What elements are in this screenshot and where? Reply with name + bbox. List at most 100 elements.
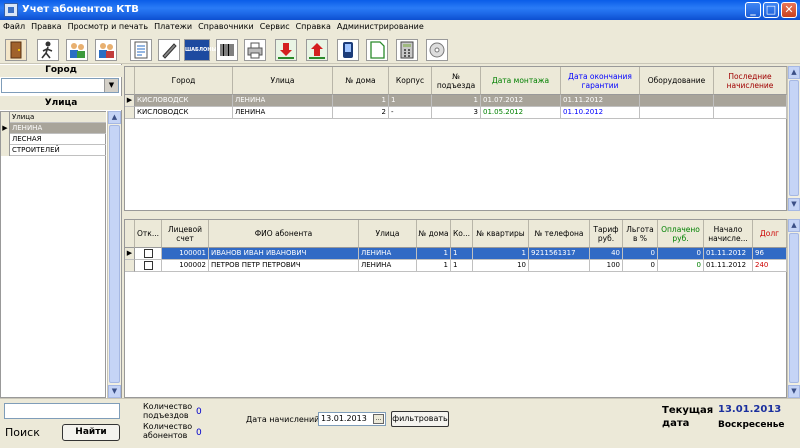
col-mount-date[interactable]: Дата монтажа	[481, 67, 561, 95]
table-cell[interactable]: 01.05.2012	[481, 107, 561, 119]
menu-directories[interactable]: Справочники	[195, 20, 257, 31]
list-item[interactable]: СТРОИТЕЛЕЙ	[1, 145, 106, 156]
table-cell[interactable]	[714, 95, 787, 107]
table-cell[interactable]: КИСЛОВОДСК	[135, 95, 233, 107]
table-cell[interactable]: 2	[333, 107, 389, 119]
table-cell[interactable]	[714, 107, 787, 119]
col-account[interactable]: Лицевой счет	[162, 220, 209, 248]
table-cell[interactable]: 100001	[162, 248, 209, 260]
filter-button[interactable]: фильтровать	[391, 411, 449, 427]
run-icon[interactable]	[37, 39, 59, 61]
table-cell[interactable]: ПЕТРОВ ПЕТР ПЕТРОВИЧ	[209, 260, 359, 272]
col-last-accrual[interactable]: Последние начисление	[714, 67, 787, 95]
list-item[interactable]: ▶ ЛЕНИНА	[1, 123, 106, 134]
table-cell[interactable]: 10	[473, 260, 529, 272]
users-add-icon[interactable]	[66, 39, 88, 61]
menu-service[interactable]: Сервис	[257, 20, 293, 31]
maximize-button[interactable]: □	[763, 2, 779, 18]
scroll-down-icon[interactable]: ▼	[788, 385, 800, 398]
table-cell[interactable]: ИВАНОВ ИВАН ИВАНОВИЧ	[209, 248, 359, 260]
disabled-checkbox[interactable]	[144, 261, 153, 270]
scroll-down-icon[interactable]: ▼	[788, 198, 800, 211]
printer-icon[interactable]	[244, 39, 266, 61]
col-equipment[interactable]: Оборудование	[640, 67, 714, 95]
menu-payments[interactable]: Платежи	[151, 20, 195, 31]
scroll-thumb[interactable]	[789, 80, 799, 196]
phone-icon[interactable]	[337, 39, 359, 61]
col-city[interactable]: Город	[135, 67, 233, 95]
users-edit-icon[interactable]	[95, 39, 117, 61]
minimize-button[interactable]: _	[745, 2, 761, 18]
upload-icon[interactable]	[306, 39, 328, 61]
table-cell[interactable]: 1	[417, 248, 451, 260]
table-cell[interactable]: 1	[389, 95, 432, 107]
scroll-up-icon[interactable]: ▲	[108, 111, 121, 124]
table-cell[interactable]	[640, 107, 714, 119]
col-ko[interactable]: Ко...	[451, 220, 473, 248]
accrual-date-field[interactable]: 13.01.2013 …	[318, 412, 386, 426]
houses-scrollbar[interactable]: ▲ ▼	[787, 66, 800, 211]
table-cell[interactable]: 3	[432, 107, 481, 119]
table-cell[interactable]: 01.11.2012	[704, 260, 753, 272]
pen-icon[interactable]	[158, 39, 180, 61]
find-button[interactable]: Найти	[62, 424, 120, 441]
table-cell[interactable]: 0	[623, 248, 658, 260]
table-cell[interactable]: 0	[623, 260, 658, 272]
list-item[interactable]: ЛЕСНАЯ	[1, 134, 106, 145]
col-tariff[interactable]: Тариф руб.	[590, 220, 623, 248]
col-name[interactable]: ФИО абонента	[209, 220, 359, 248]
col-street[interactable]: Улица	[359, 220, 417, 248]
door-icon[interactable]	[5, 39, 27, 61]
calendar-icon[interactable]: …	[373, 414, 384, 424]
calculator-icon[interactable]	[396, 39, 418, 61]
table-cell[interactable]: 1	[333, 95, 389, 107]
table-cell[interactable]: 240	[753, 260, 787, 272]
menu-admin[interactable]: Администрирование	[334, 20, 427, 31]
table-cell[interactable]: 01.11.2012	[561, 95, 640, 107]
scroll-thumb[interactable]	[109, 125, 120, 383]
chevron-down-icon[interactable]: ▼	[104, 79, 118, 92]
col-discount[interactable]: Льгота в %	[623, 220, 658, 248]
page-icon[interactable]	[366, 39, 388, 61]
table-cell[interactable]: 40	[590, 248, 623, 260]
table-cell[interactable]: 1	[417, 260, 451, 272]
table-cell[interactable]: КИСЛОВОДСК	[135, 107, 233, 119]
table-cell[interactable]	[640, 95, 714, 107]
table-cell[interactable]: 96	[753, 248, 787, 260]
search-input[interactable]	[4, 403, 120, 419]
table-cell[interactable]: 01.07.2012	[481, 95, 561, 107]
table-cell[interactable]: 0	[658, 248, 704, 260]
col-entrance[interactable]: № подъезда	[432, 67, 481, 95]
col-phone[interactable]: № телефона	[529, 220, 590, 248]
disc-icon[interactable]	[426, 39, 448, 61]
table-cell[interactable]: 9211561317	[529, 248, 590, 260]
subscribers-scrollbar[interactable]: ▲ ▼	[787, 219, 800, 398]
scroll-up-icon[interactable]: ▲	[788, 219, 800, 232]
label-icon[interactable]: ШАБЛОНЫ	[184, 39, 217, 61]
scroll-down-icon[interactable]: ▼	[108, 385, 121, 398]
table-cell[interactable]: 1	[432, 95, 481, 107]
col-house[interactable]: № дома	[417, 220, 451, 248]
table-cell[interactable]: ЛЕНИНА	[233, 107, 333, 119]
scroll-thumb[interactable]	[789, 233, 799, 383]
col-paid[interactable]: Оплачено руб.	[658, 220, 704, 248]
col-debt[interactable]: Долг	[753, 220, 787, 248]
menu-help[interactable]: Справка	[293, 20, 334, 31]
col-house[interactable]: № дома	[333, 67, 389, 95]
table-cell[interactable]: 01.11.2012	[704, 248, 753, 260]
disabled-checkbox[interactable]	[144, 249, 153, 258]
col-korpus[interactable]: Корпус	[389, 67, 432, 95]
col-start[interactable]: Начало начисле...	[704, 220, 753, 248]
close-button[interactable]: ✕	[781, 2, 797, 18]
col-street[interactable]: Улица	[233, 67, 333, 95]
col-disabled[interactable]: Отк...	[135, 220, 162, 248]
table-cell[interactable]: 1	[451, 248, 473, 260]
menu-file[interactable]: Файл	[0, 20, 28, 31]
table-cell[interactable]: ЛЕНИНА	[359, 248, 417, 260]
menu-edit[interactable]: Правка	[28, 20, 64, 31]
street-scrollbar[interactable]: ▲ ▼	[107, 111, 121, 398]
table-cell[interactable]: 100002	[162, 260, 209, 272]
table-cell[interactable]: 1	[473, 248, 529, 260]
table-cell[interactable]: ЛЕНИНА	[359, 260, 417, 272]
splitter[interactable]	[124, 212, 800, 218]
